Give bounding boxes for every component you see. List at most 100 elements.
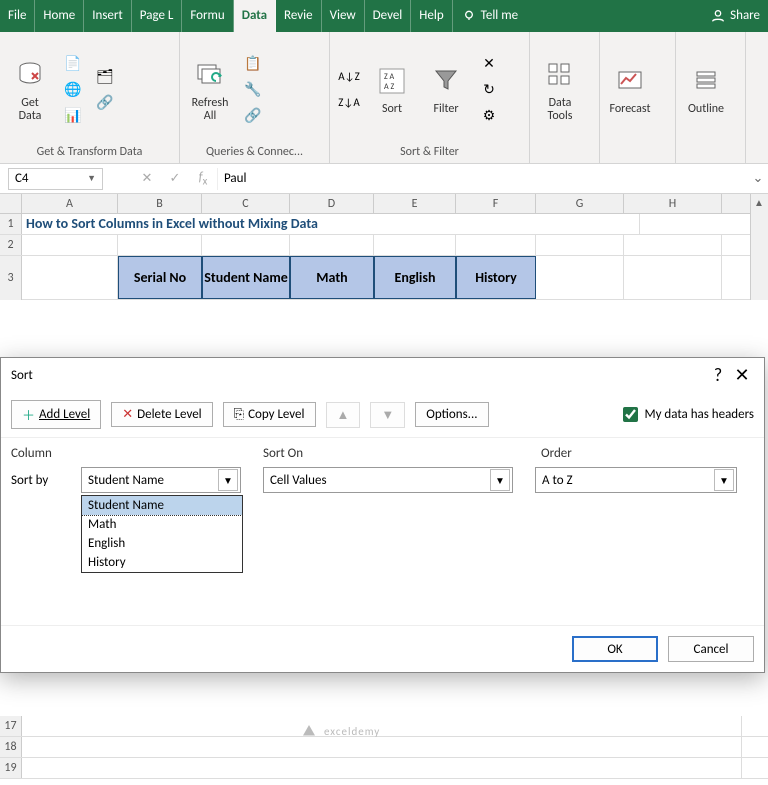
filter-button[interactable]: Filter <box>422 63 470 116</box>
order-heading: Order <box>541 446 754 461</box>
sort-dialog: Sort ? ✕ ＋ Add Level ✕ Delete Level ⎘ Co… <box>0 357 765 673</box>
cell[interactable] <box>624 256 722 300</box>
help-button[interactable]: ? <box>706 364 730 386</box>
move-up-button[interactable]: ▲ <box>326 402 361 428</box>
tab-insert[interactable]: Insert <box>84 0 132 32</box>
sort-asc-btn[interactable]: A↓Z <box>336 65 362 89</box>
col-header[interactable]: D <box>290 194 374 213</box>
tab-review[interactable]: Revie <box>276 0 322 32</box>
cell[interactable]: How to Sort Columns in Excel without Mix… <box>22 214 640 234</box>
table-header[interactable]: Student Name <box>202 256 290 299</box>
cell[interactable] <box>118 235 202 255</box>
group-get-transform: Get & Transform Data <box>6 143 173 161</box>
table-header[interactable]: History <box>456 256 536 299</box>
fx-btn[interactable]: fx <box>189 170 217 188</box>
share-button[interactable]: Share <box>702 0 768 32</box>
queries-btn[interactable]: 📋 <box>240 52 266 76</box>
name-box[interactable]: C4▼ <box>8 168 103 190</box>
col-header[interactable]: F <box>456 194 536 213</box>
formula-expand[interactable]: ⌄ <box>748 171 768 186</box>
sort-on-combo[interactable]: Cell Values▼ <box>263 467 513 493</box>
cell[interactable] <box>22 256 118 300</box>
col-header[interactable]: H <box>624 194 722 213</box>
headers-checkbox-wrap[interactable]: My data has headers <box>623 407 754 422</box>
tab-home[interactable]: Home <box>35 0 84 32</box>
close-button[interactable]: ✕ <box>730 364 754 386</box>
cell[interactable] <box>536 235 624 255</box>
ribbon: Get Data 📄 🌐 📊 🗂 🔗 Get & Transform Data … <box>0 32 768 164</box>
table-header[interactable]: English <box>374 256 456 299</box>
outline-button[interactable]: Outline <box>682 63 730 116</box>
cell[interactable] <box>536 256 624 300</box>
data-tools-button[interactable]: Data Tools <box>536 57 584 123</box>
table-header[interactable]: Serial No <box>118 256 202 299</box>
cancel-formula-btn[interactable]: ✕ <box>133 171 161 186</box>
cell[interactable] <box>22 758 742 778</box>
advanced-btn[interactable]: ⚙ <box>476 104 502 128</box>
row-header[interactable]: 17 <box>0 716 22 736</box>
cell[interactable] <box>202 235 290 255</box>
enter-formula-btn[interactable]: ✓ <box>161 171 189 186</box>
tab-help[interactable]: Help <box>411 0 452 32</box>
col-header[interactable]: E <box>374 194 456 213</box>
row-header[interactable]: 2 <box>0 235 22 255</box>
clear-filter-btn[interactable]: ✕ <box>476 52 502 76</box>
sorton-heading: Sort On <box>263 446 541 461</box>
row-header[interactable]: 3 <box>0 256 22 300</box>
get-data-button[interactable]: Get Data <box>6 57 54 123</box>
dropdown-option[interactable]: Math <box>82 515 242 534</box>
select-all-corner[interactable] <box>0 194 22 213</box>
existing-conn-btn[interactable]: 🔗 <box>92 91 118 115</box>
tab-page-layout[interactable]: Page L <box>132 0 183 32</box>
dropdown-option[interactable]: History <box>82 553 242 572</box>
row-header[interactable]: 18 <box>0 737 22 757</box>
reapply-btn[interactable]: ↻ <box>476 78 502 102</box>
ok-button[interactable]: OK <box>572 636 658 662</box>
cell[interactable] <box>22 716 742 736</box>
cell[interactable] <box>290 235 374 255</box>
from-table-btn[interactable]: 📊 <box>60 104 86 128</box>
forecast-button[interactable]: Forecast <box>606 63 654 116</box>
cancel-button[interactable]: Cancel <box>668 636 754 662</box>
sort-button[interactable]: Z AA Z Sort <box>368 63 416 116</box>
tab-formulas[interactable]: Formu <box>182 0 233 32</box>
cell[interactable] <box>22 235 118 255</box>
row-header[interactable]: 19 <box>0 758 22 778</box>
svg-text:Z A: Z A <box>384 72 395 82</box>
order-combo[interactable]: A to Z▼ <box>535 467 737 493</box>
cell[interactable] <box>456 235 536 255</box>
options-button[interactable]: Options... <box>415 402 488 427</box>
cell[interactable] <box>22 737 742 757</box>
table-header[interactable]: Math <box>290 256 374 299</box>
dropdown-option[interactable]: Student Name <box>82 496 242 515</box>
copy-icon: ⎘ <box>234 407 244 422</box>
tab-data[interactable]: Data <box>234 0 276 32</box>
recent-sources-btn[interactable]: 🗂 <box>92 65 118 89</box>
col-header[interactable]: G <box>536 194 624 213</box>
vertical-scrollbar[interactable] <box>750 194 768 300</box>
headers-checkbox[interactable] <box>623 407 638 422</box>
refresh-all-button[interactable]: Refresh All <box>186 57 234 123</box>
row-header[interactable]: 1 <box>0 214 22 234</box>
cell[interactable] <box>624 235 722 255</box>
formula-input[interactable]: Paul <box>217 168 748 190</box>
dropdown-option[interactable]: English <box>82 534 242 553</box>
col-header[interactable]: C <box>202 194 290 213</box>
sort-column-combo[interactable]: Student Name▼ <box>81 467 241 493</box>
from-web-btn[interactable]: 🌐 <box>60 78 86 102</box>
tab-file[interactable]: File <box>0 0 35 32</box>
properties-btn[interactable]: 🔧 <box>240 78 266 102</box>
tell-me[interactable]: Tell me <box>453 0 526 32</box>
tab-developer[interactable]: Devel <box>365 0 412 32</box>
cell[interactable] <box>374 235 456 255</box>
add-level-button[interactable]: ＋ Add Level <box>11 400 101 429</box>
col-header[interactable]: B <box>118 194 202 213</box>
tab-view[interactable]: View <box>322 0 365 32</box>
from-text-btn[interactable]: 📄 <box>60 52 86 76</box>
edit-links-btn[interactable]: 🔗 <box>240 104 266 128</box>
sort-desc-btn[interactable]: Z↓A <box>336 91 362 115</box>
copy-level-button[interactable]: ⎘ Copy Level <box>223 402 316 427</box>
move-down-button[interactable]: ▼ <box>370 402 405 428</box>
col-header[interactable]: A <box>22 194 118 213</box>
delete-level-button[interactable]: ✕ Delete Level <box>111 402 212 427</box>
